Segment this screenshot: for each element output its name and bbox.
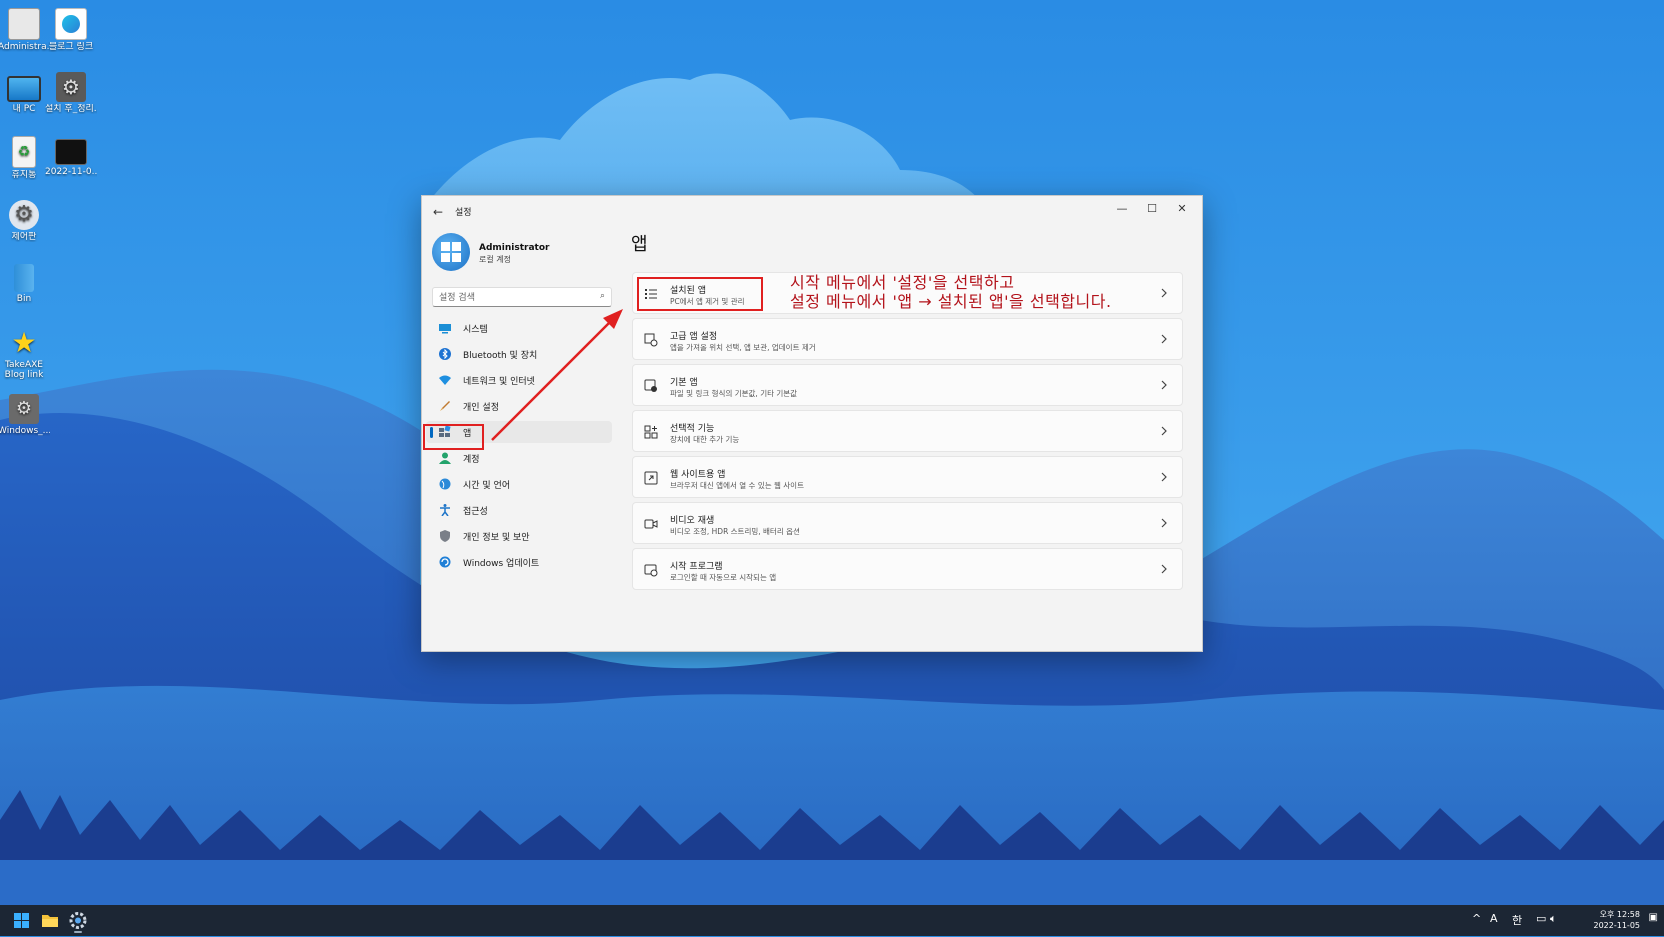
settings-taskbar-button[interactable] [65,908,91,933]
tray-overflow-chevron[interactable]: ^ [1472,912,1481,925]
folder-icon [42,915,58,927]
windows-start-icon [14,913,29,928]
notification-icon[interactable]: ▣ [1649,912,1658,923]
annotation-text: 시작 메뉴에서 '설정'을 선택하고 설정 메뉴에서 '앱 → 설치된 앱'을 … [790,273,1112,311]
clock-date[interactable]: 2022-11-05 [1594,921,1641,930]
clock-time[interactable]: 오후 12:58 [1600,909,1640,920]
tray-ime-indicator[interactable]: 한 [1512,912,1522,928]
system-tray: ^ A 한 ▭ 🔈︎ 오후 12:58 2022-11-05 ▣ [1464,905,1664,936]
volume-icon[interactable]: 🔈︎ [1550,912,1557,926]
network-icon[interactable]: ▭ [1536,912,1546,925]
annotation-line-1: 시작 메뉴에서 '설정'을 선택하고 [790,273,1015,292]
tray-input-indicator[interactable]: A [1490,912,1498,925]
gear-icon [69,912,87,929]
start-button[interactable] [8,908,34,933]
file-explorer-button[interactable] [37,908,63,933]
taskbar: ^ A 한 ▭ 🔈︎ 오후 12:58 2022-11-05 ▣ [0,905,1664,936]
active-app-indicator [74,931,82,933]
annotation-line-2: 설정 메뉴에서 '앱 → 설치된 앱'을 선택합니다. [790,292,1112,311]
annotation-arrow [491,309,623,441]
